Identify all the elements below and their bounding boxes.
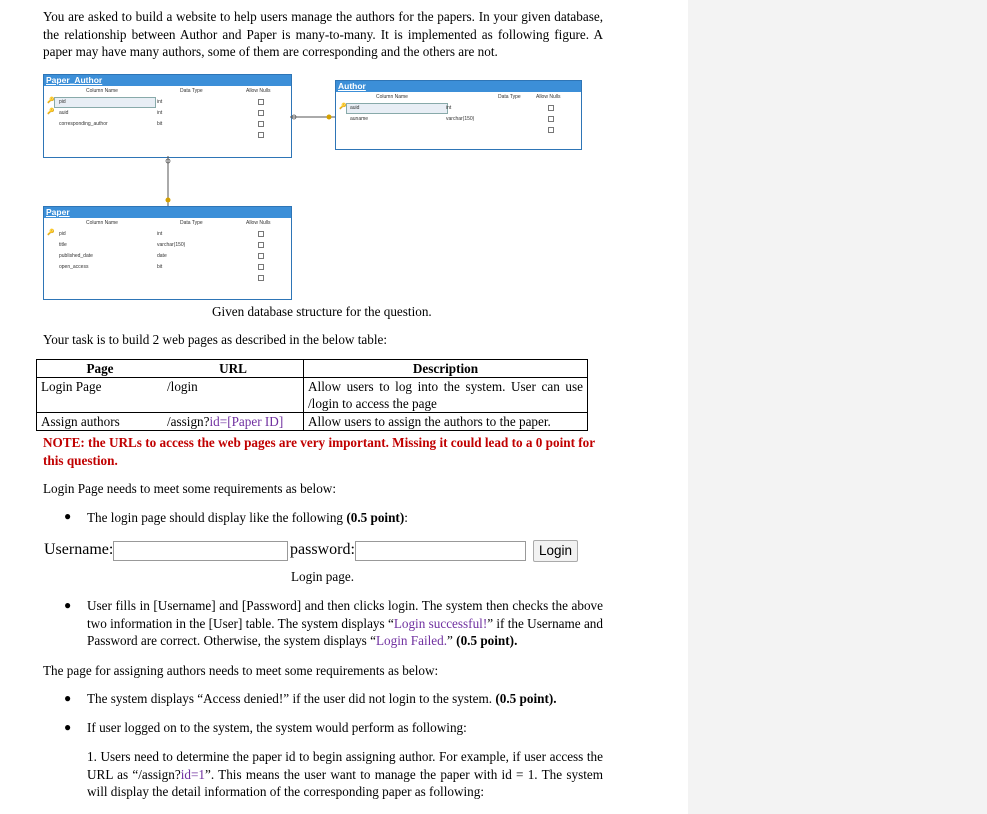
relation-end-key-icon bbox=[165, 197, 171, 203]
cell-page: Assign authors bbox=[36, 412, 163, 431]
note-warning: NOTE: the URLs to access the web pages a… bbox=[43, 435, 595, 468]
header-page: Page bbox=[36, 359, 163, 378]
password-label: password: bbox=[290, 541, 355, 558]
table-header-row: Page URL Description bbox=[36, 359, 588, 378]
header-url: URL bbox=[163, 359, 304, 378]
username-label: Username: bbox=[44, 541, 114, 558]
password-input[interactable] bbox=[355, 541, 526, 561]
table-row: Assign authors /assign?id=[Paper ID] All… bbox=[36, 412, 588, 431]
table-row: Login Page /login Allow users to log int… bbox=[36, 377, 588, 413]
cell-description: Allow users to log into the system. User… bbox=[303, 377, 588, 413]
cell-description: Allow users to assign the authors to the… bbox=[303, 412, 588, 431]
bullet-login-behavior: User fills in [Username] and [Password] … bbox=[87, 598, 603, 648]
login-button[interactable]: Login bbox=[533, 540, 578, 562]
cell-url: /assign?id=[Paper ID] bbox=[163, 412, 304, 431]
cell-page: Login Page bbox=[36, 377, 163, 413]
relationship-lines bbox=[165, 114, 335, 206]
task-intro: Your task is to build 2 web pages as des… bbox=[43, 332, 388, 347]
step-1-paragraph: 1. Users need to determine the paper id … bbox=[87, 749, 603, 799]
cell-url: /login bbox=[163, 377, 304, 413]
bullet-login-display: The login page should display like the f… bbox=[87, 510, 408, 525]
assign-requirements-intro: The page for assigning authors needs to … bbox=[43, 663, 439, 678]
figure-caption: Given database structure for the questio… bbox=[212, 304, 432, 319]
header-description: Description bbox=[303, 359, 588, 378]
pages-table: Page URL Description Login Page /login A… bbox=[36, 359, 588, 431]
username-input[interactable] bbox=[113, 541, 288, 561]
url-param: id=[Paper ID] bbox=[209, 414, 284, 429]
login-requirements-intro: Login Page needs to meet some requiremen… bbox=[43, 481, 336, 496]
bullet-access-denied: The system displays “Access denied!” if … bbox=[87, 691, 557, 706]
relation-end-key-icon bbox=[326, 114, 332, 120]
document-page: You are asked to build a website to help… bbox=[0, 0, 688, 814]
bullet-icon: ● bbox=[64, 691, 72, 705]
side-panel bbox=[688, 0, 987, 814]
bullet-icon: ● bbox=[64, 720, 72, 734]
bullet-icon: ● bbox=[64, 509, 72, 523]
login-caption: Login page. bbox=[291, 569, 354, 584]
bullet-icon: ● bbox=[64, 598, 72, 612]
url-base: /assign? bbox=[167, 414, 210, 429]
bullet-logged-in: If user logged on to the system, the sys… bbox=[87, 720, 467, 735]
